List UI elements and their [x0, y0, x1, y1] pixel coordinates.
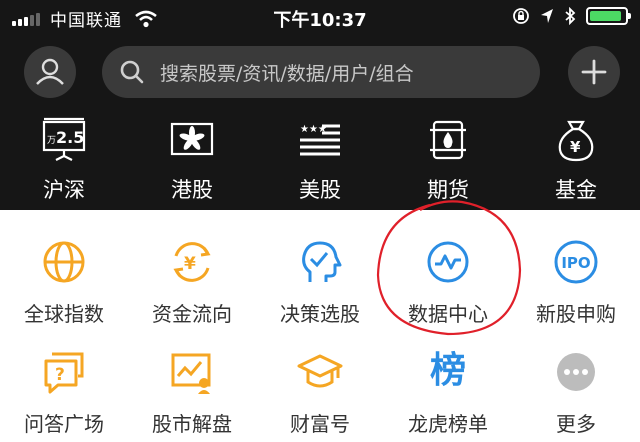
- svg-text:万: 万: [47, 136, 56, 146]
- market-hk[interactable]: 港股: [128, 110, 256, 204]
- market-futures[interactable]: 期货: [384, 110, 512, 204]
- feature-label: 更多: [556, 412, 596, 436]
- search-bar[interactable]: 搜索股票/资讯/数据/用户/组合: [102, 46, 540, 98]
- feature-label: 龙虎榜单: [408, 412, 488, 436]
- feature-dragon-tiger-list[interactable]: 榜 龙虎榜单: [384, 342, 512, 442]
- ipo-icon: IPO: [554, 240, 598, 284]
- money-bag-icon: ¥: [558, 120, 594, 162]
- globe-icon: [43, 241, 85, 283]
- feature-label: 新股申购: [536, 302, 616, 326]
- feature-label: 决策选股: [280, 302, 360, 326]
- chart-board-icon: [171, 353, 211, 394]
- feature-qa-square[interactable]: ? 问答广场: [0, 342, 128, 442]
- plus-icon: [581, 59, 607, 85]
- svg-text:¥: ¥: [184, 254, 196, 274]
- us-flag-icon: ★★★: [300, 124, 340, 156]
- feature-market-review[interactable]: 股市解盘: [128, 342, 256, 442]
- qa-icon: ?: [44, 352, 84, 394]
- bluetooth-icon: [565, 7, 576, 25]
- orientation-lock-icon: [513, 8, 529, 24]
- feature-ipo[interactable]: IPO 新股申购: [512, 232, 640, 332]
- svg-text:¥: ¥: [570, 138, 581, 156]
- svg-text:2.5: 2.5: [56, 128, 84, 147]
- feature-capital-flow[interactable]: ¥ 资金流向: [128, 232, 256, 332]
- search-placeholder: 搜索股票/资讯/数据/用户/组合: [160, 63, 414, 85]
- user-icon: [36, 58, 64, 85]
- top-panel: 中国联通 下午10:37 搜索股票/资讯/数据/用户/组合 万 2.5 沪深 港…: [0, 0, 640, 210]
- market-label: 沪深: [43, 178, 85, 202]
- market-label: 基金: [555, 178, 597, 202]
- location-icon: [541, 9, 553, 23]
- market-label: 美股: [299, 178, 341, 202]
- add-button[interactable]: [568, 46, 620, 98]
- search-icon: [120, 60, 144, 84]
- feature-decision-picker[interactable]: 决策选股: [256, 232, 384, 332]
- status-icons: [512, 7, 631, 25]
- market-label: 港股: [171, 178, 213, 202]
- market-us[interactable]: ★★★ 美股: [256, 110, 384, 204]
- svg-text:IPO: IPO: [561, 254, 590, 272]
- flag-25-icon: 万 2.5: [42, 117, 86, 161]
- hong-kong-flag-icon: [170, 122, 214, 156]
- pulse-icon: [427, 241, 469, 283]
- oil-barrel-icon: [430, 120, 466, 160]
- feature-label: 股市解盘: [152, 412, 232, 436]
- battery-icon: [586, 7, 631, 25]
- market-hushen[interactable]: 万 2.5 沪深: [0, 110, 128, 204]
- head-check-icon: [302, 241, 342, 282]
- feature-label: 资金流向: [152, 302, 232, 326]
- feature-label: 财富号: [290, 412, 350, 436]
- feature-global-index[interactable]: 全球指数: [0, 232, 128, 332]
- feature-data-center[interactable]: 数据中心: [384, 232, 512, 332]
- bang-text-icon: 榜: [429, 349, 466, 391]
- more-icon: [557, 353, 595, 391]
- battery-level: [590, 11, 621, 21]
- feature-wealth-account[interactable]: 财富号: [256, 342, 384, 442]
- svg-text:?: ?: [55, 365, 65, 385]
- market-fund[interactable]: ¥ 基金: [512, 110, 640, 204]
- yen-flow-icon: ¥: [173, 242, 211, 282]
- feature-label: 数据中心: [408, 302, 488, 326]
- feature-more[interactable]: 更多: [512, 342, 640, 442]
- graduation-cap-icon: [297, 354, 343, 388]
- status-bar: 中国联通 下午10:37: [0, 0, 640, 36]
- feature-label: 问答广场: [24, 412, 104, 436]
- feature-label: 全球指数: [24, 302, 104, 326]
- market-label: 期货: [427, 178, 469, 202]
- user-avatar-button[interactable]: [24, 46, 76, 98]
